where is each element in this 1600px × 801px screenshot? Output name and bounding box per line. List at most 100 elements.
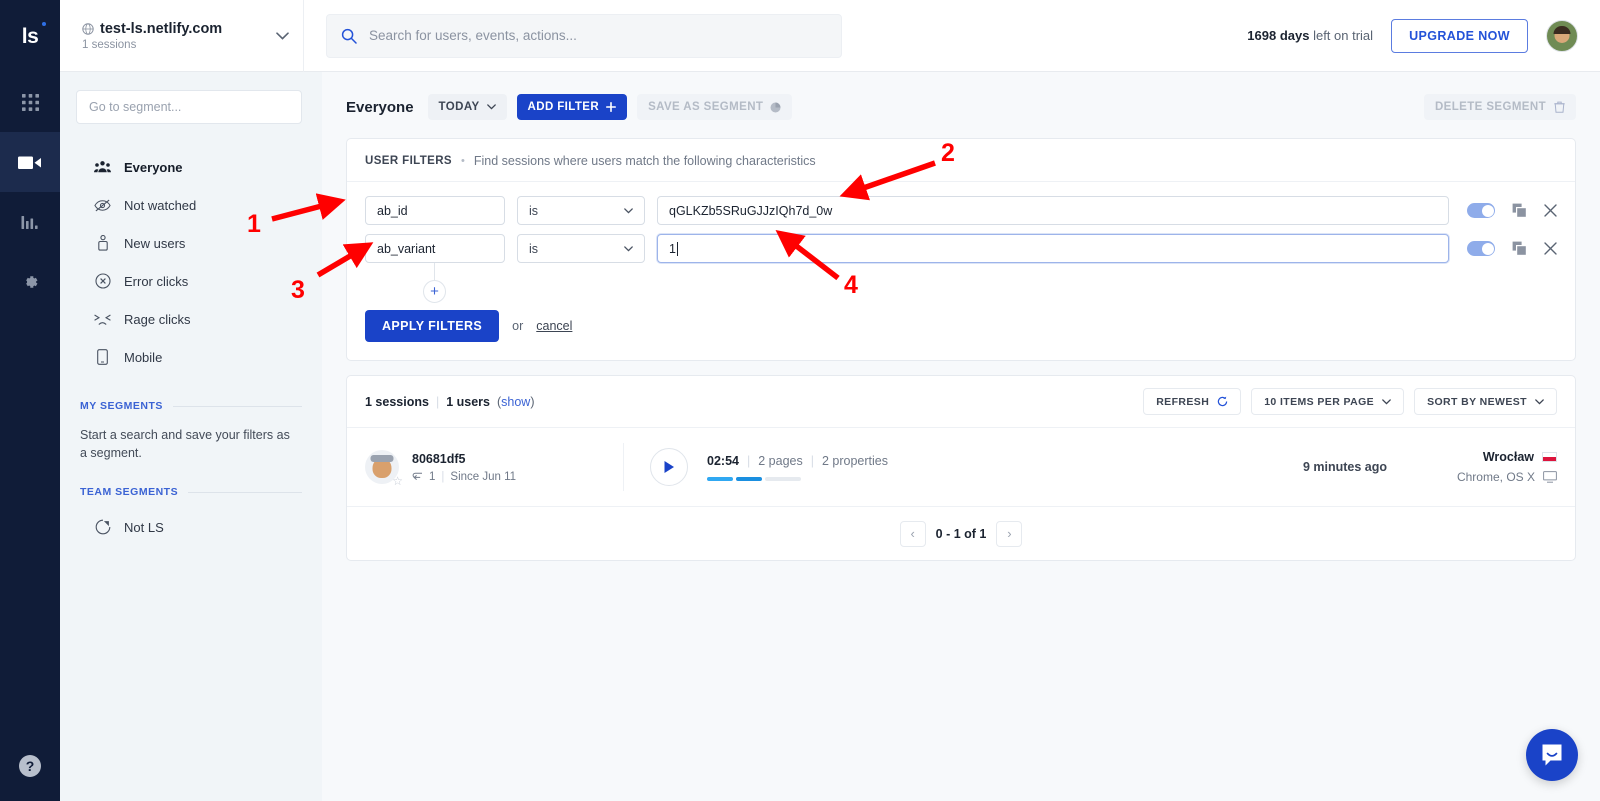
connector-line — [434, 263, 435, 280]
return-arrow-icon — [412, 472, 423, 481]
or-label: or — [512, 319, 523, 333]
add-filter-row-button[interactable]: + — [423, 280, 446, 303]
rail-item-session-replay[interactable] — [0, 132, 60, 192]
show-users-wrap: (show) — [497, 395, 535, 409]
avatar: ☆ — [365, 450, 399, 484]
segment-sidebar: Go to segment... — [60, 72, 322, 801]
next-page-button[interactable]: › — [996, 521, 1022, 547]
play-button[interactable] — [650, 448, 688, 486]
user-filters-title: USER FILTERS — [365, 155, 452, 167]
rail-item-apps[interactable] — [0, 72, 60, 132]
session-duration: 02:54 — [707, 454, 739, 468]
sidebar-item-label: Rage clicks — [124, 312, 190, 327]
delete-segment-button[interactable]: DELETE SEGMENT — [1424, 94, 1576, 120]
segment-toolbar: Everyone TODAY ADD FILTER — [346, 90, 1576, 124]
divider — [173, 406, 302, 407]
divider: | — [811, 454, 814, 468]
logrocket-logo[interactable]: ls — [0, 0, 60, 72]
sidebar-item-error-clicks[interactable]: Error clicks — [76, 262, 302, 300]
session-location: Wrocław Chrome, OS X — [1387, 450, 1557, 484]
filter-value-input[interactable]: qGLKZb5SRuGJJzIQh7d_0w — [657, 196, 1449, 225]
items-per-page-select[interactable]: 10 ITEMS PER PAGE — [1251, 388, 1404, 415]
header-right: 1698 days left on trial UPGRADE NOW — [1247, 19, 1584, 53]
session-pages: 2 pages — [758, 454, 802, 468]
duplicate-filter-button[interactable] — [1512, 203, 1527, 218]
duplicate-filter-button[interactable] — [1512, 241, 1527, 256]
progress-segment — [765, 477, 801, 481]
divider — [188, 492, 302, 493]
filter-operator-select[interactable]: is — [517, 234, 645, 263]
global-search-input[interactable]: Search for users, events, actions... — [326, 14, 842, 58]
eye-off-icon — [94, 199, 111, 212]
site-selector[interactable]: test-ls.netlify.com 1 sessions — [60, 0, 304, 72]
close-icon — [1544, 242, 1557, 255]
team-segments-header: TEAM SEGMENTS — [80, 486, 302, 498]
filter-key-input[interactable]: ab_variant — [365, 234, 505, 263]
rail-item-settings[interactable] — [0, 252, 60, 312]
filter-key-input[interactable]: ab_id — [365, 196, 505, 225]
session-stats: 02:54 | 2 pages | 2 properties — [707, 454, 888, 481]
desktop-icon — [1543, 471, 1557, 483]
sessions-tools: REFRESH 10 ITEMS PER PAGE — [1143, 388, 1557, 415]
sidebar-item-mobile[interactable]: Mobile — [76, 338, 302, 376]
show-users-link[interactable]: show — [501, 395, 530, 409]
person-icon — [94, 235, 111, 251]
sidebar-item-label: New users — [124, 236, 185, 251]
add-filter-label: ADD FILTER — [528, 101, 600, 113]
user-avatar[interactable] — [1546, 20, 1578, 52]
bar-chart-icon — [21, 214, 39, 231]
remove-filter-button[interactable] — [1544, 204, 1557, 217]
annotation-number-4: 4 — [844, 271, 858, 300]
close-icon — [1544, 204, 1557, 217]
apply-row: APPLY FILTERS or cancel — [365, 310, 1557, 342]
session-city-row: Wrocław — [1427, 450, 1557, 464]
session-relative-time: 9 minutes ago — [1303, 460, 1387, 474]
apply-filters-button[interactable]: APPLY FILTERS — [365, 310, 499, 342]
sidebar-item-rage-clicks[interactable]: Rage clicks — [76, 300, 302, 338]
chat-bubble-icon — [1539, 742, 1565, 768]
remove-filter-button[interactable] — [1544, 242, 1557, 255]
table-row[interactable]: ☆ 80681df5 1 | — [347, 428, 1575, 506]
segment-search-input[interactable]: Go to segment... — [76, 90, 302, 124]
filter-operator-select[interactable]: is — [517, 196, 645, 225]
filter-row-tools — [1461, 203, 1557, 218]
globe-icon — [82, 23, 94, 35]
avatar-hat — [371, 455, 394, 462]
favorite-star-icon[interactable]: ☆ — [392, 475, 403, 487]
trash-icon — [1554, 101, 1565, 113]
filter-enable-toggle[interactable] — [1467, 203, 1495, 218]
filter-value-input[interactable]: 1 — [657, 234, 1449, 263]
filter-enable-toggle[interactable] — [1467, 241, 1495, 256]
filter-row: ab_id is qGLKZb5SRuGJJzIQh7d_0w — [365, 196, 1557, 225]
help-button[interactable]: ? — [0, 731, 60, 801]
pie-clock-icon — [94, 519, 111, 535]
sidebar-item-not-watched[interactable]: Not watched — [76, 186, 302, 224]
sidebar-item-everyone[interactable]: Everyone — [76, 148, 302, 186]
sidebar-item-label: Not watched — [124, 198, 196, 213]
add-filter-button[interactable]: ADD FILTER — [517, 94, 628, 120]
upgrade-now-button[interactable]: UPGRADE NOW — [1391, 19, 1528, 53]
rail-item-analytics[interactable] — [0, 192, 60, 252]
intercom-chat-button[interactable] — [1526, 729, 1578, 781]
pagination: ‹ 0 - 1 of 1 › — [347, 506, 1575, 560]
chevron-down-icon — [1535, 399, 1544, 405]
session-since: Since Jun 11 — [450, 471, 516, 483]
trial-suffix: left on trial — [1313, 28, 1373, 43]
prev-page-button[interactable]: ‹ — [900, 521, 926, 547]
annotation-number-1: 1 — [247, 210, 261, 239]
user-filters-body: ab_id is qGLKZb5SRuGJJzIQh7d_0w — [347, 182, 1575, 360]
chevron-down-icon — [276, 32, 289, 40]
filter-operator-label: is — [529, 204, 538, 218]
sort-select[interactable]: SORT BY NEWEST — [1414, 388, 1557, 415]
session-device-row: Chrome, OS X — [1427, 470, 1557, 484]
sidebar-item-not-ls[interactable]: Not LS — [76, 508, 302, 546]
my-segments-title: MY SEGMENTS — [80, 400, 163, 412]
sidebar-item-new-users[interactable]: New users — [76, 224, 302, 262]
search-placeholder: Search for users, events, actions... — [369, 28, 577, 43]
refresh-button[interactable]: REFRESH — [1143, 388, 1241, 415]
session-progress-bar — [707, 477, 888, 481]
date-range-button[interactable]: TODAY — [428, 94, 507, 120]
people-icon — [94, 160, 111, 174]
save-as-segment-button[interactable]: SAVE AS SEGMENT — [637, 94, 792, 120]
cancel-link[interactable]: cancel — [536, 319, 572, 333]
